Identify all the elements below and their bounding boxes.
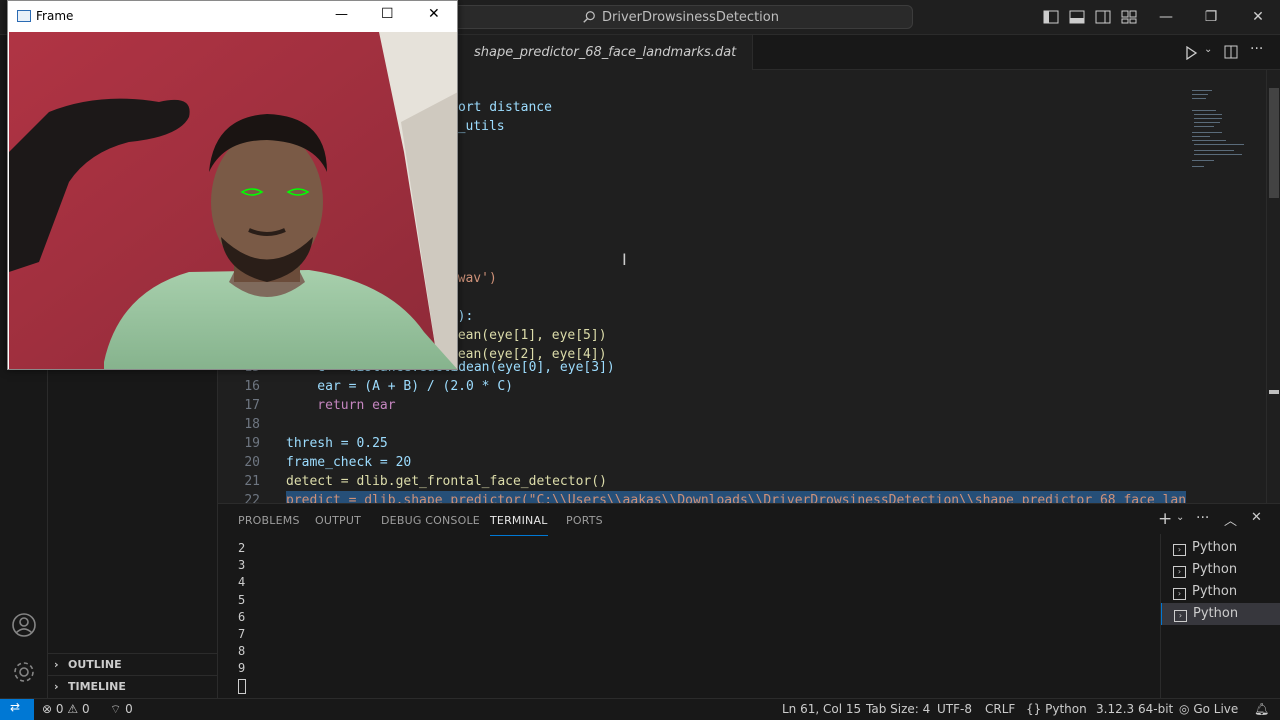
editor-scrollbar[interactable] (1266, 70, 1280, 503)
remote-indicator[interactable]: ⇄ (0, 699, 34, 720)
code-line: 17 return ear (244, 398, 396, 413)
remote-icon: ⇄ (10, 700, 21, 714)
outline-label: OUTLINE (68, 658, 122, 671)
braces-icon: {} (1026, 702, 1042, 716)
chevron-down-icon[interactable]: ⌄ (1176, 512, 1184, 523)
account-icon[interactable] (10, 611, 38, 639)
tab-problems[interactable]: PROBLEMS (238, 514, 300, 536)
tab-ports[interactable]: PORTS (566, 514, 603, 536)
code-line: 22 predict = dlib.shape_predictor("C:\\Us… (218, 491, 1186, 503)
terminal-line: 2 (238, 541, 246, 555)
terminal-icon: › (1173, 566, 1186, 578)
frame-maximize-button[interactable]: ☐ (381, 6, 394, 22)
terminal-icon: › (1173, 588, 1186, 600)
notifications-bell-icon[interactable]: 🔔︎ (1254, 699, 1269, 720)
close-button[interactable]: ✕ (1243, 6, 1273, 28)
tab-size[interactable]: Tab Size: 4 (866, 699, 930, 720)
close-panel-icon[interactable]: ✕ (1251, 510, 1262, 525)
webcam-image (9, 32, 457, 369)
code-line: 16 ear = (A + B) / (2.0 * C) (244, 379, 513, 394)
tab-label: shape_predictor_68_face_landmarks.dat (474, 45, 737, 60)
webcam-feed (9, 32, 457, 369)
terminal-list: › Python › Python › Python › Python (1160, 534, 1280, 699)
terminal-line: 3 (238, 558, 246, 573)
broadcast-icon: ⌔ (110, 702, 122, 716)
frame-window[interactable]: Frame — ☐ ✕ (7, 0, 458, 370)
terminal-item[interactable]: › Python (1161, 581, 1280, 603)
chevron-right-icon: › (54, 658, 59, 671)
terminal-line: 8 (238, 644, 246, 659)
editor-tab[interactable]: shape_predictor_68_face_landmarks.dat (458, 35, 754, 70)
chevron-down-icon[interactable]: ⌄ (1204, 44, 1212, 55)
search-icon (583, 11, 595, 23)
minimap-preview (1192, 90, 1244, 167)
terminal-icon: › (1174, 610, 1187, 622)
terminal-line: 6 (238, 609, 246, 624)
scrollbar-marker (1269, 390, 1279, 394)
cursor-position[interactable]: Ln 61, Col 15 (782, 699, 861, 720)
outline-section-header[interactable]: › OUTLINE (48, 653, 218, 675)
tab-debug-console[interactable]: DEBUG CONSOLE (381, 514, 480, 536)
python-interpreter[interactable]: 3.12.3 64-bit (1096, 699, 1173, 720)
tab-terminal[interactable]: TERMINAL (490, 514, 548, 536)
terminal-icon: › (1173, 544, 1186, 556)
code-line: 20 frame_check = 20 (244, 455, 412, 470)
tab-output[interactable]: OUTPUT (315, 514, 361, 536)
new-terminal-icon[interactable]: + (1158, 509, 1172, 529)
terminal-item-selected[interactable]: › Python (1161, 603, 1280, 625)
search-text: DriverDrowsinessDetection (602, 9, 779, 25)
toggle-primary-sidebar-icon[interactable] (1043, 9, 1059, 25)
more-actions-icon[interactable]: ··· (1196, 510, 1209, 526)
frame-minimize-button[interactable]: — (335, 7, 348, 22)
frame-title-bar[interactable]: Frame — ☐ ✕ (8, 1, 457, 32)
customize-layout-icon[interactable] (1121, 9, 1137, 25)
scrollbar-thumb[interactable] (1269, 88, 1279, 198)
settings-gear-icon[interactable] (10, 658, 38, 686)
go-live-button[interactable]: ◎ Go Live (1179, 699, 1238, 720)
toggle-secondary-sidebar-icon[interactable] (1095, 9, 1111, 25)
error-icon: ⊗ (42, 702, 53, 716)
end-of-line[interactable]: CRLF (985, 699, 1015, 720)
run-python-icon[interactable] (1184, 46, 1198, 60)
terminal-line: 4 (238, 575, 246, 590)
app-icon (17, 10, 31, 22)
terminal-item[interactable]: › Python (1161, 559, 1280, 581)
minimize-button[interactable]: — (1151, 6, 1181, 28)
terminal-line: 9 (238, 661, 246, 676)
code-line: 19 thresh = 0.25 (244, 436, 388, 451)
command-center-search[interactable]: DriverDrowsinessDetection (448, 5, 913, 29)
frame-close-button[interactable]: ✕ (428, 6, 440, 22)
more-actions-icon[interactable]: ··· (1250, 41, 1263, 57)
terminal-output[interactable]: 2 3 4 5 6 7 8 9 (238, 540, 1158, 696)
restore-button[interactable]: ❐ (1196, 6, 1226, 28)
code-line: 18 (244, 417, 260, 432)
timeline-section-header[interactable]: › TIMELINE (48, 675, 218, 697)
ports-status[interactable]: ⌔ 0 (110, 699, 133, 720)
frame-title: Frame (36, 9, 74, 23)
minimap[interactable] (1186, 70, 1266, 503)
timeline-label: TIMELINE (68, 680, 126, 693)
maximize-panel-icon[interactable]: ︿ (1224, 510, 1237, 529)
split-editor-icon[interactable] (1224, 45, 1238, 59)
text-cursor-icon: I (622, 250, 627, 269)
toggle-panel-icon[interactable] (1069, 9, 1085, 25)
code-line: 21 detect = dlib.get_frontal_face_detecto… (244, 474, 607, 489)
status-bar: ⇄ ⊗ 0 ⚠ 0 ⌔ 0 Ln 61, Col 15 Tab Size: 4 … (0, 698, 1280, 720)
warning-icon: ⚠ (67, 702, 79, 716)
encoding[interactable]: UTF-8 (937, 699, 972, 720)
terminal-line: 5 (238, 592, 246, 607)
bottom-panel: PROBLEMS OUTPUT DEBUG CONSOLE TERMINAL P… (218, 503, 1280, 699)
terminal-line: 7 (238, 626, 246, 641)
problems-status[interactable]: ⊗ 0 ⚠ 0 (42, 699, 90, 720)
language-mode[interactable]: {} Python (1026, 699, 1087, 720)
terminal-item[interactable]: › Python (1161, 537, 1280, 559)
broadcast-icon: ◎ (1179, 702, 1190, 716)
chevron-right-icon: › (54, 680, 59, 693)
terminal-cursor (238, 678, 1158, 695)
